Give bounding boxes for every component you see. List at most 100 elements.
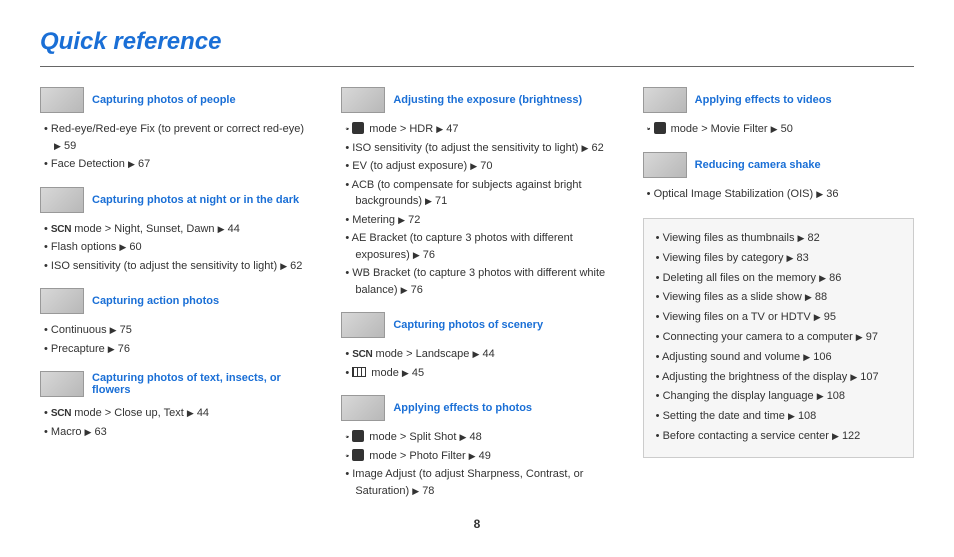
list-item: Optical Image Stabilization (OIS) ▶ 36 (647, 186, 914, 203)
item-page: 62 (290, 260, 302, 272)
section: Applying effects to videos mode > Movie … (643, 87, 914, 138)
item-text: AE Bracket (to capture 3 photos with dif… (352, 232, 573, 261)
item-text: mode > Photo Filter (366, 450, 465, 462)
box-item: Before contacting a service center ▶ 122 (656, 427, 901, 447)
scn-mode-icon: SCN (352, 349, 372, 360)
triangle-right-icon: ▶ (110, 325, 117, 335)
column-1: Capturing photos of people Red-eye/Red-ey… (40, 87, 311, 513)
item-page: 62 (592, 142, 604, 154)
section-header: Reducing camera shake (643, 152, 914, 178)
magic-mode-icon (352, 449, 364, 461)
reference-box: Viewing files as thumbnails ▶ 82Viewing … (643, 218, 914, 458)
box-item-page: 86 (829, 272, 841, 284)
item-page: 76 (118, 343, 130, 355)
item-text: Optical Image Stabilization (OIS) (654, 188, 814, 200)
item-page: 47 (446, 123, 458, 135)
section-thumbnail (643, 152, 687, 178)
item-page: 48 (470, 431, 482, 443)
triangle-right-icon: ▶ (856, 332, 863, 342)
box-item-page: 108 (798, 410, 816, 422)
box-item-page: 88 (815, 291, 827, 303)
item-list: Continuous ▶ 75Precapture ▶ 76 (40, 322, 311, 357)
columns: Capturing photos of people Red-eye/Red-ey… (40, 87, 914, 513)
box-item-text: Adjusting the brightness of the display (662, 371, 847, 383)
magic-mode-icon (352, 122, 364, 134)
box-item: Changing the display language ▶ 108 (656, 387, 901, 407)
item-text: mode > Landscape (372, 348, 469, 360)
item-text: mode (368, 367, 399, 379)
triangle-right-icon: ▶ (128, 159, 135, 169)
triangle-right-icon: ▶ (119, 242, 126, 252)
box-item: Setting the date and time ▶ 108 (656, 407, 901, 427)
item-text: mode > HDR (366, 123, 433, 135)
section: Capturing photos of text, insects, or fl… (40, 371, 311, 440)
section-thumbnail (40, 187, 84, 213)
triangle-right-icon: ▶ (803, 352, 810, 362)
triangle-right-icon: ▶ (412, 486, 419, 496)
section-title: Capturing action photos (92, 295, 219, 307)
triangle-right-icon: ▶ (771, 124, 778, 134)
section-thumbnail (40, 288, 84, 314)
list-item: ACB (to compensate for subjects against … (345, 177, 612, 210)
box-item: Viewing files by category ▶ 83 (656, 249, 901, 269)
item-text: mode > Split Shot (366, 431, 456, 443)
list-item: Face Detection ▶ 67 (44, 156, 311, 173)
triangle-right-icon: ▶ (218, 224, 225, 234)
item-text: mode > Close up, Text (71, 407, 184, 419)
box-item-text: Viewing files as thumbnails (663, 232, 795, 244)
box-item: Viewing files as thumbnails ▶ 82 (656, 229, 901, 249)
magic-mode-icon (352, 430, 364, 442)
panorama-mode-icon (352, 367, 366, 377)
item-list: Optical Image Stabilization (OIS) ▶ 36 (643, 186, 914, 203)
box-item-page: 106 (813, 351, 831, 363)
triangle-right-icon: ▶ (582, 143, 589, 153)
item-page: 44 (482, 348, 494, 360)
item-list: SCN mode > Night, Sunset, Dawn ▶ 44Flash… (40, 221, 311, 275)
section-title: Capturing photos of text, insects, or fl… (92, 372, 311, 396)
item-page: 63 (95, 426, 107, 438)
scn-mode-icon: SCN (51, 408, 71, 419)
box-item-page: 107 (860, 371, 878, 383)
title-rule (40, 66, 914, 67)
triangle-right-icon: ▶ (817, 391, 824, 401)
box-item-text: Changing the display language (663, 390, 814, 402)
item-text: Red-eye/Red-eye Fix (to prevent or corre… (51, 123, 304, 135)
section-header: Applying effects to photos (341, 395, 612, 421)
section-title: Reducing camera shake (695, 159, 821, 171)
box-item: Connecting your camera to a computer ▶ 9… (656, 328, 901, 348)
triangle-right-icon: ▶ (787, 253, 794, 263)
list-item: Red-eye/Red-eye Fix (to prevent or corre… (44, 121, 311, 154)
box-item: Viewing files on a TV or HDTV ▶ 95 (656, 308, 901, 328)
triangle-right-icon: ▶ (402, 368, 409, 378)
box-item-text: Viewing files as a slide show (663, 291, 802, 303)
triangle-right-icon: ▶ (108, 344, 115, 354)
list-item: Metering ▶ 72 (345, 212, 612, 229)
list-item: mode > Movie Filter ▶ 50 (647, 121, 914, 138)
item-page: 49 (479, 450, 491, 462)
list-item: AE Bracket (to capture 3 photos with dif… (345, 230, 612, 263)
triangle-right-icon: ▶ (85, 427, 92, 437)
item-page: 76 (411, 284, 423, 296)
triangle-right-icon: ▶ (401, 285, 408, 295)
section-title: Applying effects to photos (393, 402, 532, 414)
section-title: Capturing photos of people (92, 94, 236, 106)
list-item: ISO sensitivity (to adjust the sensitivi… (345, 140, 612, 157)
section-title: Applying effects to videos (695, 94, 832, 106)
item-text: ISO sensitivity (to adjust the sensitivi… (352, 142, 578, 154)
box-item-text: Before contacting a service center (663, 430, 829, 442)
item-text: ISO sensitivity (to adjust the sensitivi… (51, 260, 277, 272)
item-page: 59 (64, 140, 76, 152)
section-header: Capturing photos of scenery (341, 312, 612, 338)
triangle-right-icon: ▶ (413, 250, 420, 260)
item-text: Metering (352, 214, 395, 226)
box-item-page: 83 (797, 252, 809, 264)
list-item: mode > Split Shot ▶ 48 (345, 429, 612, 446)
triangle-right-icon: ▶ (187, 408, 194, 418)
item-text: Image Adjust (to adjust Sharpness, Contr… (352, 468, 583, 497)
item-text: mode > Movie Filter (668, 123, 768, 135)
item-page: 75 (120, 324, 132, 336)
magic-mode-icon (654, 122, 666, 134)
list-item: Flash options ▶ 60 (44, 239, 311, 256)
triangle-right-icon: ▶ (469, 451, 476, 461)
triangle-right-icon: ▶ (436, 124, 443, 134)
